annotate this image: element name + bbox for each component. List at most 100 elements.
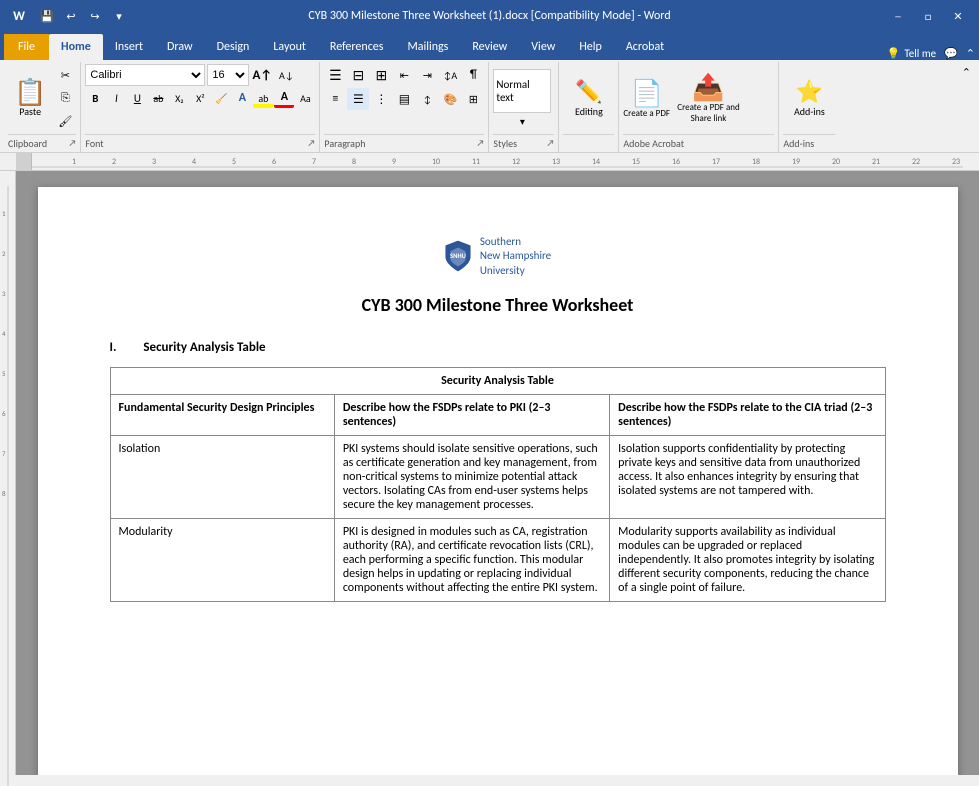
pdf-share-icon: 📤 bbox=[692, 71, 724, 103]
borders-btn[interactable]: ⊞ bbox=[462, 88, 484, 110]
svg-text:20: 20 bbox=[832, 157, 840, 167]
grow-font-btn[interactable]: A↑ bbox=[251, 64, 273, 86]
format-painter-btn[interactable]: 🖌 bbox=[54, 110, 76, 132]
clipboard-group: 📋 Paste ✂ ⎘ 🖌 Clipboard ↗ bbox=[4, 62, 81, 152]
redo-qa-btn[interactable]: ↪ bbox=[84, 5, 106, 27]
paste-btn[interactable]: 📋 Paste bbox=[8, 77, 52, 120]
collapse-ribbon-btn[interactable]: ⌃ bbox=[958, 62, 975, 152]
svg-text:17: 17 bbox=[712, 157, 720, 167]
bullets-btn[interactable]: ☰ bbox=[324, 64, 346, 86]
svg-text:5: 5 bbox=[232, 157, 236, 167]
styles-btn[interactable]: Normal text ▾ bbox=[493, 69, 551, 128]
create-pdf-btn[interactable]: 📄 Create a PDF bbox=[623, 77, 670, 120]
superscript-btn[interactable]: X² bbox=[190, 88, 210, 108]
font-label: Font ↗ bbox=[85, 134, 315, 150]
align-left-btn[interactable]: ≡ bbox=[324, 88, 346, 110]
svg-text:3: 3 bbox=[2, 289, 6, 298]
create-share-pdf-btn[interactable]: 📤 Create a PDF and Share link bbox=[676, 71, 741, 125]
tab-design[interactable]: Design bbox=[205, 34, 262, 60]
underline-btn[interactable]: U bbox=[127, 88, 147, 108]
tab-mailings[interactable]: Mailings bbox=[395, 34, 460, 60]
tab-insert[interactable]: Insert bbox=[103, 34, 155, 60]
window-controls: ─ □ ✕ bbox=[885, 6, 971, 26]
justify-btn[interactable]: ▤ bbox=[393, 88, 415, 110]
text-highlight-btn[interactable]: ab bbox=[253, 88, 273, 108]
svg-text:10: 10 bbox=[432, 157, 440, 167]
restore-btn[interactable]: □ bbox=[915, 6, 941, 26]
tab-file[interactable]: File bbox=[4, 34, 49, 60]
cut-btn[interactable]: ✂ bbox=[54, 64, 76, 86]
tab-draw[interactable]: Draw bbox=[155, 34, 205, 60]
shrink-font-btn[interactable]: A↓ bbox=[275, 64, 297, 86]
customize-qa-btn[interactable]: ▾ bbox=[108, 5, 130, 27]
security-table: Security Analysis Table Fundamental Secu… bbox=[110, 367, 886, 602]
styles-group: Normal text ▾ Styles ↗ bbox=[489, 62, 559, 152]
principle-modularity: Modularity bbox=[110, 518, 334, 601]
table-row: Modularity PKI is designed in modules su… bbox=[110, 518, 885, 601]
svg-text:13: 13 bbox=[552, 157, 560, 167]
close-btn[interactable]: ✕ bbox=[945, 6, 971, 26]
ribbon-collapse-btn[interactable]: ⌃ bbox=[966, 47, 975, 60]
svg-text:4: 4 bbox=[2, 329, 6, 338]
change-case-btn[interactable]: Aa bbox=[295, 88, 315, 108]
comments-icon: 💬 bbox=[944, 47, 958, 60]
multilevel-btn[interactable]: ⊞ bbox=[370, 64, 392, 86]
tab-references[interactable]: References bbox=[318, 34, 396, 60]
paragraph-expander[interactable]: ↗ bbox=[476, 138, 484, 149]
shading-btn[interactable]: 🎨 bbox=[439, 88, 461, 110]
editing-group: ✏️ Editing bbox=[559, 62, 619, 152]
svg-text:9: 9 bbox=[392, 157, 396, 167]
line-spacing-btn[interactable]: ↕ bbox=[416, 88, 438, 110]
document-scroll[interactable]: SNHU Southern New Hampshire University C… bbox=[16, 171, 979, 775]
editing-btn[interactable]: ✏️ Editing bbox=[563, 64, 614, 134]
tab-help[interactable]: Help bbox=[567, 34, 614, 60]
numbering-btn[interactable]: ⊟ bbox=[347, 64, 369, 86]
font-face-select[interactable]: Calibri bbox=[85, 64, 205, 86]
minimize-btn[interactable]: ─ bbox=[885, 6, 911, 26]
clear-format-btn[interactable]: 🧹 bbox=[211, 88, 231, 108]
table-col-headers: Fundamental Security Design Principles D… bbox=[110, 394, 885, 435]
university-name: Southern New Hampshire University bbox=[480, 235, 551, 278]
svg-text:19: 19 bbox=[792, 157, 800, 167]
addins-btn[interactable]: ⭐ Add-ins bbox=[783, 64, 835, 134]
addins-label: Add-ins bbox=[783, 134, 835, 150]
increase-indent-btn[interactable]: ⇥ bbox=[416, 64, 438, 86]
editing-label bbox=[563, 134, 614, 150]
styles-expander[interactable]: ↗ bbox=[546, 138, 554, 149]
save-qa-btn[interactable]: 💾 bbox=[36, 5, 58, 27]
principle-isolation: Isolation bbox=[110, 435, 334, 518]
font-color-btn[interactable]: A bbox=[274, 88, 294, 108]
bold-btn[interactable]: B bbox=[85, 88, 105, 108]
lightbulb-icon: 💡 bbox=[887, 47, 901, 60]
svg-text:7: 7 bbox=[312, 157, 316, 167]
svg-text:2: 2 bbox=[112, 157, 116, 167]
copy-btn[interactable]: ⎘ bbox=[54, 87, 76, 109]
font-expander[interactable]: ↗ bbox=[307, 138, 315, 149]
svg-text:21: 21 bbox=[872, 157, 880, 167]
subscript-btn[interactable]: X₂ bbox=[169, 88, 189, 108]
clipboard-label: Clipboard ↗ bbox=[8, 134, 76, 150]
tab-review[interactable]: Review bbox=[460, 34, 519, 60]
tab-view[interactable]: View bbox=[519, 34, 567, 60]
italic-btn[interactable]: I bbox=[106, 88, 126, 108]
tab-layout[interactable]: Layout bbox=[261, 34, 318, 60]
svg-text:14: 14 bbox=[592, 157, 600, 167]
show-formatting-btn[interactable]: ¶ bbox=[462, 64, 484, 86]
clipboard-expander[interactable]: ↗ bbox=[68, 138, 76, 149]
tab-acrobat[interactable]: Acrobat bbox=[614, 34, 676, 60]
lightbulb-btn[interactable]: 💡 Tell me bbox=[887, 47, 936, 60]
svg-text:15: 15 bbox=[632, 157, 640, 167]
tab-home[interactable]: Home bbox=[49, 34, 103, 60]
align-right-btn[interactable]: ⋮ bbox=[370, 88, 392, 110]
ribbon-content: 📋 Paste ✂ ⎘ 🖌 Clipboard ↗ Calibri 16 bbox=[0, 60, 979, 153]
strikethrough-btn[interactable]: ab bbox=[148, 88, 168, 108]
decrease-indent-btn[interactable]: ⇤ bbox=[393, 64, 415, 86]
comments-btn[interactable]: 💬 bbox=[944, 47, 958, 60]
cia-modularity: Modularity supports availability as indi… bbox=[610, 518, 885, 601]
undo-qa-btn[interactable]: ↩ bbox=[60, 5, 82, 27]
align-center-btn[interactable]: ☰ bbox=[347, 88, 369, 110]
sort-btn[interactable]: ↕A bbox=[439, 64, 461, 86]
text-effects-btn[interactable]: A bbox=[232, 88, 252, 108]
font-size-select[interactable]: 16 bbox=[207, 64, 249, 86]
svg-text:1: 1 bbox=[2, 209, 6, 218]
